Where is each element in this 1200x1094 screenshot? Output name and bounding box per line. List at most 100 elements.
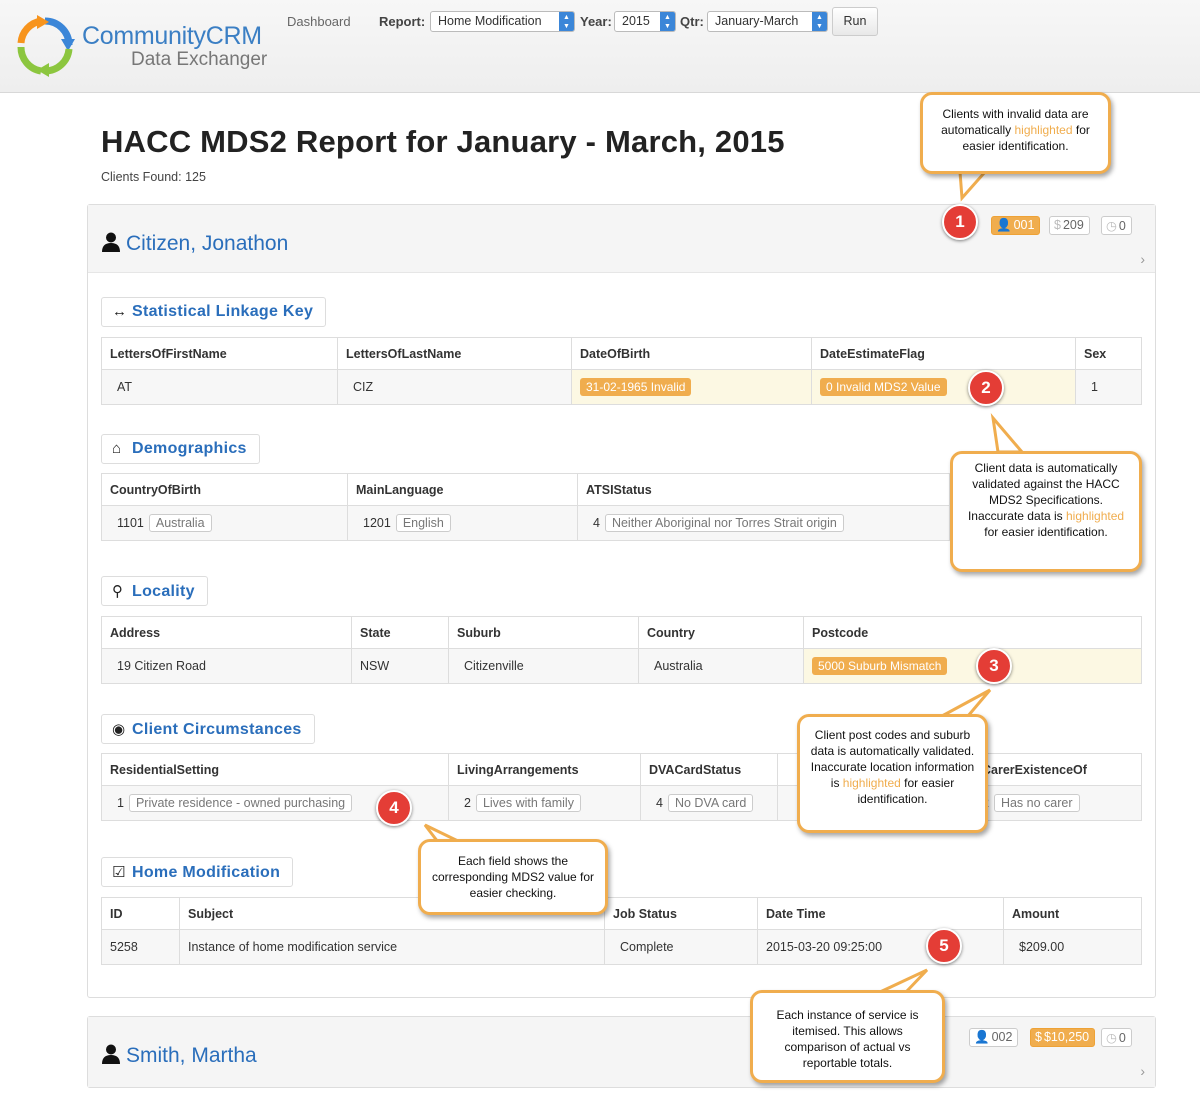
amount-value: $10,250 [1043, 1030, 1090, 1044]
chevron-right-icon[interactable]: › [1140, 251, 1145, 267]
qtr-select-value: January-March [715, 14, 799, 28]
column-header: Country [638, 616, 804, 649]
select-arrows-icon: ▲ ▼ [660, 12, 675, 31]
client-name-text: Citizen, Jonathon [126, 232, 289, 255]
person-icon: 👤 [974, 1030, 990, 1044]
callout-bubble: Client data is automatically validated a… [950, 451, 1142, 572]
table-header-row: Address State Suburb Country Postcode [101, 616, 1142, 649]
column-header: ResidentialSetting [101, 753, 449, 786]
mds2-code: 2 [464, 796, 471, 810]
table-cell: Complete [604, 929, 758, 965]
report-select[interactable]: Home Modification ▲ ▼ [430, 11, 575, 32]
run-button[interactable]: Run [832, 7, 878, 36]
column-header: Address [101, 616, 352, 649]
table-row[interactable]: 5258 Instance of home modification servi… [101, 929, 1142, 965]
section-locality: ⚲ Locality [101, 576, 208, 606]
count-value: 0 [1118, 1031, 1126, 1045]
client-panel-header[interactable]: Citizen, Jonathon 👤 001 $209 ◷ 0 › [88, 205, 1155, 273]
client-panel-header[interactable]: Smith, Martha 👤 002 $ $10,250 ◷ 0 › [88, 1017, 1155, 1087]
person-icon [102, 232, 120, 252]
count-value: 0 [1118, 219, 1126, 233]
table-header-row: ID Subject Job Status Date Time Amount [101, 897, 1142, 930]
mds2-description: No DVA card [667, 794, 754, 812]
client-id-badge[interactable]: 👤 002 [969, 1028, 1019, 1047]
table-cell: 1 [1075, 369, 1142, 405]
callout-text: for easier identification. [984, 525, 1108, 539]
column-header: CountryOfBirth [101, 473, 348, 506]
person-icon: 👤 [996, 218, 1012, 232]
table-cell: CIZ [337, 369, 572, 405]
brand-title: CommunityCRM [82, 22, 262, 50]
nav-dashboard-link[interactable]: Dashboard [287, 14, 351, 29]
year-select-value: 2015 [622, 14, 650, 28]
report-select-value: Home Modification [438, 14, 542, 28]
count-badge[interactable]: ◷ 0 [1101, 216, 1132, 235]
client-name[interactable]: Smith, Martha [102, 1044, 257, 1068]
amount-value: 209 [1062, 218, 1084, 232]
callout-bubble: Clients with invalid data are automatica… [920, 92, 1111, 174]
table-cell: $209.00 [1003, 929, 1142, 965]
table-cell: 4 No DVA card [640, 785, 778, 821]
section-client-circumstances: ◉ Client Circumstances [101, 714, 315, 744]
mds2-description: Lives with family [475, 794, 581, 812]
callout-marker: 2 [968, 370, 1004, 406]
year-select[interactable]: 2015 ▲ ▼ [614, 11, 676, 32]
qtr-label: Qtr: [680, 14, 704, 29]
column-header: DVACardStatus [640, 753, 778, 786]
client-name-text: Smith, Martha [126, 1044, 257, 1067]
checkbox-icon: ☑ [112, 864, 126, 881]
dollar-icon: $ [1054, 218, 1061, 232]
callout-highlight-word: highlighted [1014, 123, 1073, 137]
column-header: Job Status [604, 897, 758, 930]
column-header: DateOfBirth [571, 337, 812, 370]
report-label: Report: [379, 14, 426, 29]
mds2-code: 1 [117, 796, 124, 810]
callout-highlight-word: highlighted [842, 776, 901, 790]
clock-icon: ◷ [1106, 219, 1117, 233]
callout-bubble: Each instance of service is itemised. Th… [750, 990, 945, 1083]
table-cell: 4 Neither Aboriginal nor Torres Strait or… [577, 505, 950, 541]
mds2-description: Australia [148, 514, 212, 532]
eye-icon: ◉ [112, 721, 126, 738]
table-cell: AT [101, 369, 338, 405]
invalid-badge: 31-02-1965 Invalid [580, 378, 692, 396]
column-header: Sex [1075, 337, 1142, 370]
mds2-code: 4 [593, 516, 600, 530]
invalid-badge: 5000 Suburb Mismatch [812, 657, 948, 675]
brand-subtitle: Data Exchanger [131, 49, 268, 70]
invalid-badge: 0 Invalid MDS2 Value [820, 378, 947, 396]
amount-badge[interactable]: $209 [1049, 216, 1090, 235]
table-cell: 5258 [101, 929, 180, 965]
clock-icon: ◷ [1106, 1031, 1117, 1045]
column-header: LettersOfLastName [337, 337, 572, 370]
amount-badge[interactable]: $ $10,250 [1030, 1028, 1096, 1047]
table-cell: Instance of home modification service [179, 929, 605, 965]
page-title: HACC MDS2 Report for January - March, 20… [101, 124, 785, 159]
arrows-icon: ↔ [112, 303, 128, 320]
callout-marker: 5 [926, 928, 962, 964]
table-cell: Citizenville [448, 648, 639, 684]
home-icon: ⌂ [112, 440, 122, 457]
callout-marker: 3 [976, 648, 1012, 684]
column-header: LettersOfFirstName [101, 337, 338, 370]
column-header: Suburb [448, 616, 639, 649]
callout-marker: 1 [942, 204, 978, 240]
column-header: DateEstimateFlag [811, 337, 1076, 370]
table-cell: NSW [351, 648, 449, 684]
person-icon [102, 1044, 120, 1064]
client-panel: Smith, Martha 👤 002 $ $10,250 ◷ 0 › [87, 1016, 1156, 1088]
mds2-description: Neither Aboriginal nor Torres Strait ori… [604, 514, 844, 532]
column-header: State [351, 616, 449, 649]
table-cell-invalid: 0 Invalid MDS2 Value [811, 369, 1076, 405]
table-cell: 19 Citizen Road [101, 648, 352, 684]
qtr-select[interactable]: January-March ▲ ▼ [707, 11, 828, 32]
chevron-right-icon[interactable]: › [1140, 1063, 1145, 1079]
section-statistical-linkage-key: ↔ Statistical Linkage Key [101, 297, 327, 327]
logo-icon [17, 15, 75, 77]
section-title: Locality [132, 583, 195, 600]
column-header: Postcode [803, 616, 1142, 649]
client-id-value: 002 [991, 1030, 1013, 1044]
count-badge[interactable]: ◷ 0 [1101, 1028, 1132, 1047]
client-name[interactable]: Citizen, Jonathon [102, 232, 288, 256]
client-id-badge[interactable]: 👤 001 [991, 216, 1041, 235]
